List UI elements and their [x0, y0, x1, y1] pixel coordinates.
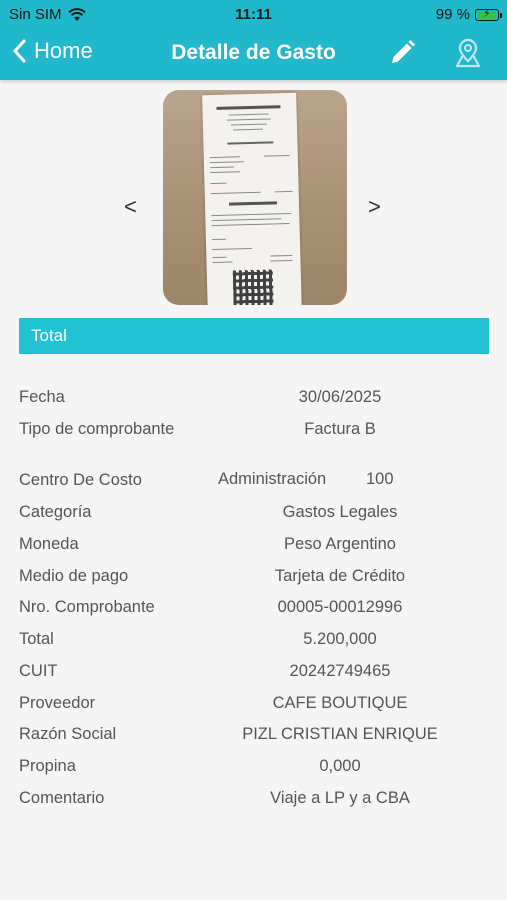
battery-percent: 99 %: [435, 6, 470, 23]
detail-value: Administración: [218, 470, 327, 488]
detail-value: 20242749465: [289, 662, 391, 680]
detail-value: 00005-00012996: [277, 598, 403, 616]
battery-icon: ⚡: [475, 8, 502, 21]
next-image-button[interactable]: >: [368, 194, 381, 220]
map-pin-icon: [455, 38, 481, 68]
detail-label: Nro. Comprobante: [19, 598, 155, 616]
qr-code-image: [232, 269, 274, 305]
detail-value: Factura B: [304, 420, 376, 438]
detail-label: Fecha: [19, 388, 65, 406]
detail-value: 0,000: [319, 757, 361, 775]
detail-label: Moneda: [19, 535, 79, 553]
receipt-photo[interactable]: [163, 90, 347, 305]
detail-value: Gastos Legales: [282, 503, 398, 521]
detail-value: Tarjeta de Crédito: [274, 567, 406, 585]
detail-value: 5.200,000: [303, 630, 377, 648]
detail-label: Proveedor: [19, 694, 96, 712]
detail-value: 30/06/2025: [298, 388, 382, 406]
detail-label: Comentario: [19, 789, 105, 807]
pencil-icon: [392, 40, 415, 63]
detail-label: Categoría: [19, 503, 92, 521]
detail-label: Total: [19, 630, 54, 648]
previous-image-button[interactable]: <: [124, 194, 137, 220]
section-header-total: Total: [19, 318, 489, 354]
detail-value: CAFE BOUTIQUE: [272, 694, 408, 712]
receipt-gallery: < >: [0, 90, 507, 306]
detail-label: Tipo de comprobante: [19, 420, 175, 438]
location-button[interactable]: [454, 37, 482, 74]
detail-value: PIZL CRISTIAN ENRIQUE: [242, 725, 438, 743]
navigation-bar: Home Detalle de Gasto: [0, 28, 507, 80]
detail-label: Propina: [19, 757, 76, 775]
detail-label: Medio de pago: [19, 567, 129, 585]
receipt-paper-image: [202, 92, 302, 305]
top-bar: Sin SIM 11:11 99 % ⚡ Home Detalle de Gas…: [0, 0, 507, 80]
detail-label: Centro De Costo: [19, 471, 142, 489]
battery-indicator: 99 % ⚡: [435, 6, 502, 23]
detail-value: Peso Argentino: [284, 535, 396, 553]
status-time: 11:11: [235, 6, 272, 23]
status-bar: Sin SIM 11:11 99 % ⚡: [0, 0, 507, 28]
detail-label: CUIT: [19, 662, 58, 680]
page-title: Detalle de Gasto: [171, 41, 336, 64]
detail-value-secondary: 100: [366, 470, 394, 488]
detail-value: Viaje a LP y a CBA: [270, 789, 410, 807]
edit-button[interactable]: [388, 39, 416, 72]
detail-label: Razón Social: [19, 725, 117, 743]
